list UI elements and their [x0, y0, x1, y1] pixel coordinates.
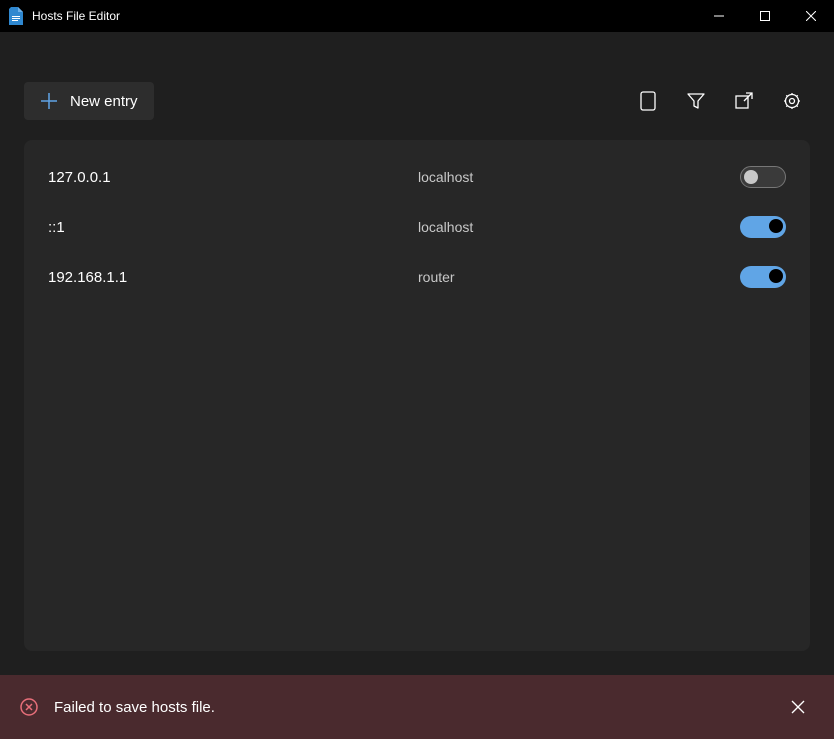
entry-ip: 192.168.1.1: [48, 269, 418, 286]
entry-host: localhost: [418, 169, 740, 185]
toggle-knob: [769, 269, 783, 283]
file-icon: [640, 91, 656, 111]
error-bar: Failed to save hosts file.: [0, 675, 834, 739]
gear-icon: [783, 92, 801, 110]
close-button[interactable]: [788, 0, 834, 32]
plus-icon: [40, 92, 58, 110]
filter-button[interactable]: [678, 83, 714, 119]
entry-host: localhost: [418, 219, 740, 235]
open-external-icon: [735, 92, 753, 110]
toggle-knob: [744, 170, 758, 184]
window-controls: [696, 0, 834, 32]
entry-row[interactable]: 127.0.0.1localhost: [24, 152, 810, 202]
close-icon: [791, 700, 805, 714]
entry-row[interactable]: ::1localhost: [24, 202, 810, 252]
error-icon: [20, 698, 38, 716]
window-title: Hosts File Editor: [32, 9, 696, 23]
additional-lines-button[interactable]: [630, 83, 666, 119]
entry-toggle[interactable]: [740, 166, 786, 188]
entry-toggle[interactable]: [740, 216, 786, 238]
error-close-button[interactable]: [782, 691, 814, 723]
minimize-button[interactable]: [696, 0, 742, 32]
new-entry-button[interactable]: New entry: [24, 82, 154, 120]
entry-ip: 127.0.0.1: [48, 169, 418, 186]
content-area: New entry: [0, 32, 834, 675]
entry-ip: ::1: [48, 219, 418, 236]
title-bar: Hosts File Editor: [0, 0, 834, 32]
entries-panel: 127.0.0.1localhost::1localhost192.168.1.…: [24, 140, 810, 651]
new-entry-label: New entry: [70, 93, 138, 110]
toggle-knob: [769, 219, 783, 233]
entry-toggle[interactable]: [740, 266, 786, 288]
maximize-button[interactable]: [742, 0, 788, 32]
entry-host: router: [418, 269, 740, 285]
settings-button[interactable]: [774, 83, 810, 119]
filter-icon: [687, 93, 705, 109]
open-hosts-file-button[interactable]: [726, 83, 762, 119]
entry-row[interactable]: 192.168.1.1router: [24, 252, 810, 302]
toolbar: New entry: [0, 32, 834, 140]
error-message: Failed to save hosts file.: [54, 699, 766, 716]
app-icon: [8, 6, 24, 26]
